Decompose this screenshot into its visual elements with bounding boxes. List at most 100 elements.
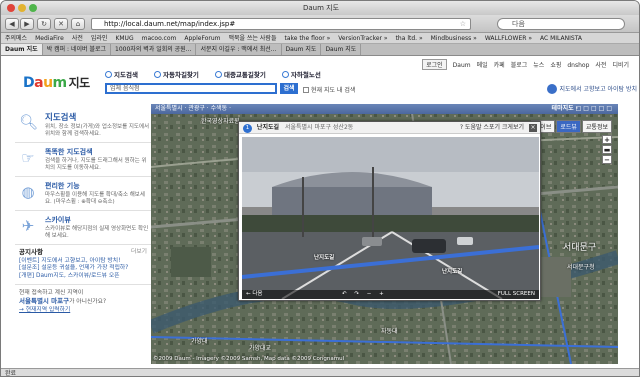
fullscreen-button[interactable]: FULL SCREEN [498, 290, 535, 299]
bookmark-item[interactable]: MediaFire [35, 35, 64, 42]
url-field[interactable]: http://local.daum.net/map/index.jsp# ☆ [91, 18, 471, 30]
promo-text: 지도에서 고향보고 아이탐 방치 [559, 86, 637, 93]
notice-item[interactable]: [설문조] 설문등 귀설을, 언제가 가장 적립하? [19, 265, 147, 273]
top-link[interactable]: 뉴스 [533, 62, 544, 69]
roadview-prev-link[interactable]: ← 다음 [246, 291, 262, 297]
subway-icon [281, 71, 289, 78]
sidebar-section-desc: 검색을 하거나, 지도를 드래그해서 원하는 위치의 지도를 이동하세요. [45, 158, 147, 171]
bookmark-star-icon[interactable]: ☆ [460, 19, 466, 29]
roadview-title: 난지도길 [256, 124, 280, 131]
bookmark-item[interactable]: 사전 [72, 35, 83, 42]
top-link[interactable]: dnshop [567, 62, 589, 69]
globe-icon [546, 84, 557, 94]
browser-tab[interactable]: Daum 지도 [1, 44, 43, 55]
logo-suffix: 지도 [68, 76, 91, 90]
tab-subway-label: 자하철노선 [290, 71, 321, 79]
zoom-control: + ▬ − [602, 135, 612, 205]
share-link[interactable]: 스포기 [483, 124, 500, 131]
top-link[interactable]: 블로그 [511, 62, 528, 69]
browser-window: Daum 지도 ◀ ▶ ↻ ✕ ⌂ http://local.daum.net/… [0, 0, 640, 377]
top-link[interactable]: 디비기 [612, 62, 629, 69]
forward-button[interactable]: ▶ [20, 18, 34, 30]
roadview-tools: ? 도움말 스포기 크게보기 [460, 122, 524, 134]
maptype-traffic[interactable]: 교통정보 [581, 120, 612, 133]
tab-map-search[interactable]: 지도검색 [105, 71, 138, 79]
back-button[interactable]: ◀ [5, 18, 19, 30]
minimize-icon[interactable] [18, 4, 26, 12]
bookmark-item[interactable]: AppleForum [184, 35, 220, 42]
map-search-button[interactable]: 검색 [280, 83, 298, 94]
map-tool-icons[interactable]: □□□□□ [576, 104, 614, 114]
enlarge-link[interactable]: 크게보기 [502, 124, 524, 131]
map-search-placeholder: 업체 음식점 [110, 85, 140, 92]
notice-box: 공지사항 더보기 [이벤트] 지도에서 고향보고, 아이탐 방치! [설문조] … [15, 245, 151, 285]
window-titlebar: Daum 지도 [1, 1, 639, 15]
location-set-link[interactable]: → 현재지역 입력하기 [19, 306, 147, 314]
web-search-field[interactable]: 다음 [497, 18, 625, 30]
logo-letter-a: a [34, 75, 44, 91]
login-button[interactable]: 로그인 [422, 59, 447, 70]
location-suffix: 가 아니신가요? [69, 299, 107, 305]
logo-letter-d: D [23, 75, 35, 91]
browser-tab[interactable]: 박 캠퍼 : 네이버 블로그 [43, 44, 112, 55]
map-search-input[interactable]: 업체 음식점 [105, 83, 277, 94]
bookmark-item[interactable]: KMUG [115, 35, 133, 42]
zoom-in-button[interactable]: + [602, 135, 612, 144]
notice-more-link[interactable]: 더보기 [131, 249, 147, 257]
roadview-photo[interactable]: 난지도길 난지도길 ← 다음 ↶ ↷ − + FULL SCREEN [242, 137, 539, 299]
top-link[interactable]: 사전 [595, 62, 606, 69]
checkbox-icon[interactable] [303, 87, 309, 93]
search-in-view-checkbox[interactable]: 현재 지도 내 검색 [303, 85, 355, 94]
maptype-roadview[interactable]: 로드뷰 [556, 120, 581, 133]
logo-letter-u: u [43, 75, 53, 91]
bookmark-item[interactable]: 입라인 [91, 35, 108, 42]
status-text: 완료 [5, 370, 17, 377]
notice-item[interactable]: [개편] Daum지도, 스카이뷰/로드뷰 오픈 [19, 273, 147, 281]
mouse-icon: ◍ [21, 183, 35, 201]
top-link[interactable]: 쇼핑 [550, 62, 561, 69]
bookmark-item[interactable]: AC MILANISTA [540, 35, 582, 42]
browser-tab[interactable]: Daum 지도 [282, 44, 322, 55]
browser-tab[interactable]: Daum 지도 [321, 44, 362, 55]
pointer-icon: ☞ [21, 149, 35, 167]
tab-transit-route[interactable]: 대중교통길찾기 [214, 71, 266, 79]
bookmark-item[interactable]: WALLFLOWER » [485, 35, 532, 42]
search-icon [105, 71, 112, 78]
top-link[interactable]: 카페 [494, 62, 505, 69]
roadview-controls[interactable]: ↶ ↷ − + [342, 290, 387, 299]
notice-item[interactable]: [이벤트] 지도에서 고향보고, 아이탐 방치! [19, 258, 147, 266]
sidebar-section-desc: 마우스휠을 이용해 지도를 확대/축소 해보세요. (마우스휠 : ⊕확대 ⊖축… [45, 192, 145, 205]
stop-button[interactable]: ✕ [54, 18, 68, 30]
theme-map-dropdown[interactable]: 테마지도 · [552, 104, 578, 114]
tab-car-route[interactable]: 자동차길찾기 [154, 71, 199, 79]
bookmark-item[interactable]: 주의메스 [5, 35, 27, 42]
browser-tab[interactable]: 서문지 이길우 : 맥에서 최선... [196, 44, 282, 55]
zoom-slider[interactable]: ▬ [602, 145, 612, 154]
top-link[interactable]: Daum [453, 62, 471, 69]
promo-link[interactable]: 지도에서 고향보고 아이탐 방치 [546, 84, 637, 94]
bookmark-item[interactable]: macoo.com [142, 35, 177, 42]
daum-logo[interactable]: Daum 지도 [23, 74, 90, 91]
map-breadcrumb[interactable]: 서울특별시 · 관광구 · 수색동 · [155, 105, 231, 112]
browser-tab[interactable]: 1000자의 벽과 일회의 공원... [111, 44, 197, 55]
bookmark-item[interactable]: tha ltd. » [396, 35, 423, 42]
zoom-icon[interactable] [29, 4, 37, 12]
map-copyright: ©2009 Daum - Imagery ©2009 Samsh, Map da… [153, 356, 345, 362]
help-link[interactable]: ? 도움말 [460, 124, 482, 131]
location-place: 서울특별시 마포구 [19, 297, 70, 305]
status-bar: 완료 [1, 368, 639, 377]
bookmark-item[interactable]: Mindbusiness » [431, 35, 477, 42]
bookmark-item[interactable]: VersionTracker » [338, 35, 387, 42]
map-label: 가양대교 [249, 345, 272, 352]
tab-subway[interactable]: 자하철노선 [281, 71, 321, 79]
reload-button[interactable]: ↻ [37, 18, 51, 30]
bookmark-item[interactable]: take the floor » [284, 35, 330, 42]
close-icon[interactable] [7, 4, 15, 12]
tab-map-search-label: 지도검색 [114, 71, 138, 79]
zoom-out-button[interactable]: − [602, 155, 612, 164]
top-link[interactable]: 메일 [477, 62, 488, 69]
sidebar-section-desc: 스카이뷰로 해당지점의 실제 영상화면도 확인해 보세요. [45, 226, 149, 239]
bookmark-item[interactable]: 맥북을 쓰는 사람들 [228, 35, 276, 42]
close-icon[interactable]: × [529, 124, 537, 132]
home-button[interactable]: ⌂ [71, 18, 85, 30]
